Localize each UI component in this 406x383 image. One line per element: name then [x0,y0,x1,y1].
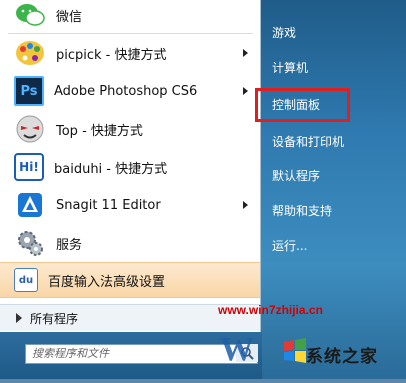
baiduhi-icon: Hi! [14,153,44,181]
right-item-games[interactable]: 游戏 [272,22,392,44]
photoshop-icon: Ps [14,76,44,106]
menu-item-label: picpick - 快捷方式 [56,47,167,63]
menu-item-label: Snagit 11 Editor [56,197,161,213]
menu-item-snagit[interactable]: Snagit 11 Editor [0,186,260,224]
submenu-arrow-icon [243,49,248,57]
svg-text:W: W [220,331,254,368]
submenu-arrow-icon [243,201,248,209]
services-gear-icon [14,227,46,259]
baiduhi-icon-text: Hi! [19,160,39,174]
right-item-computer[interactable]: 计算机 [272,57,392,79]
menu-item-services[interactable]: 服务 [0,224,260,262]
highlight-box [255,88,350,122]
baidu-ime-icon-text: du [18,274,34,286]
picpick-icon [14,37,46,69]
menu-item-label: Adobe Photoshop CS6 [54,83,198,99]
menu-item-baidu-ime-settings[interactable]: du 百度输入法高级设置 [0,262,260,298]
snagit-icon [14,189,46,221]
menu-item-label: baiduhi - 快捷方式 [54,161,168,177]
right-item-run[interactable]: 运行... [272,235,392,257]
right-item-help-support[interactable]: 帮助和支持 [272,200,392,222]
menu-item-label: 微信 [56,9,83,25]
start-menu: 微信 picpick - 快捷方式 Ps Adobe Photoshop CS6… [0,0,406,379]
submenu-arrow-icon [243,87,248,95]
search-placeholder: 搜索程序和文件 [32,347,109,360]
all-programs-label: 所有程序 [30,311,79,326]
menu-item-top[interactable]: Top - 快捷方式 [0,110,260,148]
menu-item-label: 服务 [56,237,83,253]
watermark-url: www.win7zhijia.cn [218,303,323,317]
top-icon [14,113,46,145]
right-item-devices-printers[interactable]: 设备和打印机 [272,131,392,153]
menu-item-photoshop[interactable]: Ps Adobe Photoshop CS6 [0,72,260,110]
play-arrow-icon [16,313,22,323]
start-menu-programs-panel: 微信 picpick - 快捷方式 Ps Adobe Photoshop CS6… [0,0,261,332]
menu-item-wechat[interactable]: 微信 [0,0,260,34]
baidu-ime-icon: du [14,268,38,292]
wechat-icon [14,0,46,31]
menu-item-baiduhi[interactable]: Hi! baiduhi - 快捷方式 [0,148,260,186]
watermark-site-name: 系统之家 [306,347,378,367]
menu-item-label: 百度输入法高级设置 [48,274,166,290]
right-item-default-programs[interactable]: 默认程序 [272,165,392,187]
menu-item-label: Top - 快捷方式 [56,123,143,139]
menu-item-picpick[interactable]: picpick - 快捷方式 [0,34,260,72]
